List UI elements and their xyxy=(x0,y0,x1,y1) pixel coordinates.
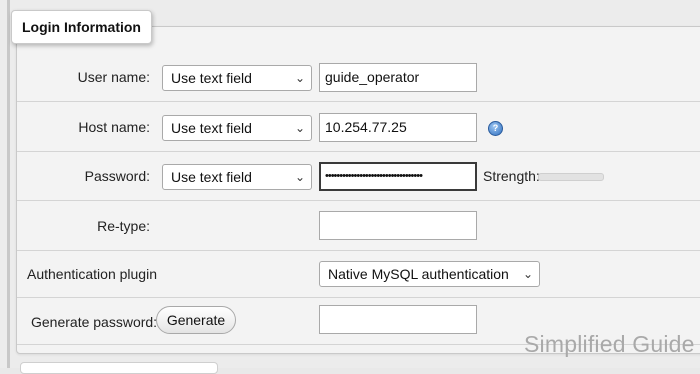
generate-password-label: Generate password: xyxy=(31,314,158,330)
generate-button[interactable]: Generate xyxy=(156,306,236,334)
hostname-label: Host name: xyxy=(78,119,150,135)
left-divider xyxy=(7,0,10,368)
username-type-select-value: Use text field xyxy=(171,70,252,86)
next-fieldset-edge xyxy=(20,362,218,374)
fieldset-legend: Login Information xyxy=(11,10,152,44)
row-divider xyxy=(17,297,700,298)
row-divider xyxy=(17,151,700,152)
auth-plugin-select-value: Native MySQL authentication xyxy=(328,266,509,282)
help-icon[interactable]: ? xyxy=(488,121,503,136)
hostname-type-select[interactable]: Use text field ⌄ xyxy=(162,115,312,141)
password-type-select-value: Use text field xyxy=(171,169,252,185)
retype-label: Re-type: xyxy=(97,218,150,234)
page-background: Login Information User name: Use text fi… xyxy=(0,0,700,374)
row-divider xyxy=(17,250,700,251)
retype-input[interactable] xyxy=(319,211,477,240)
watermark: Simplified Guide xyxy=(524,331,695,357)
password-input[interactable]: •••••••••••••••••••••••••••••••••• xyxy=(319,162,477,191)
hostname-type-select-value: Use text field xyxy=(171,120,252,136)
auth-plugin-label: Authentication plugin xyxy=(27,266,157,282)
strength-label: Strength: xyxy=(483,168,540,184)
chevron-down-icon: ⌄ xyxy=(294,71,305,85)
row-divider xyxy=(17,200,700,201)
auth-plugin-select[interactable]: Native MySQL authentication ⌄ xyxy=(319,261,540,287)
chevron-down-icon: ⌄ xyxy=(522,267,533,281)
chevron-down-icon: ⌄ xyxy=(294,170,305,184)
username-label: User name: xyxy=(77,69,150,85)
password-label: Password: xyxy=(84,168,150,184)
row-divider xyxy=(17,101,700,102)
password-type-select[interactable]: Use text field ⌄ xyxy=(162,164,312,190)
password-strength-meter xyxy=(538,173,604,181)
username-type-select[interactable]: Use text field ⌄ xyxy=(162,65,312,91)
chevron-down-icon: ⌄ xyxy=(294,121,305,135)
hostname-input[interactable]: 10.254.77.25 xyxy=(319,113,477,142)
generated-password-input[interactable] xyxy=(319,305,477,334)
username-input[interactable]: guide_operator xyxy=(319,63,477,92)
